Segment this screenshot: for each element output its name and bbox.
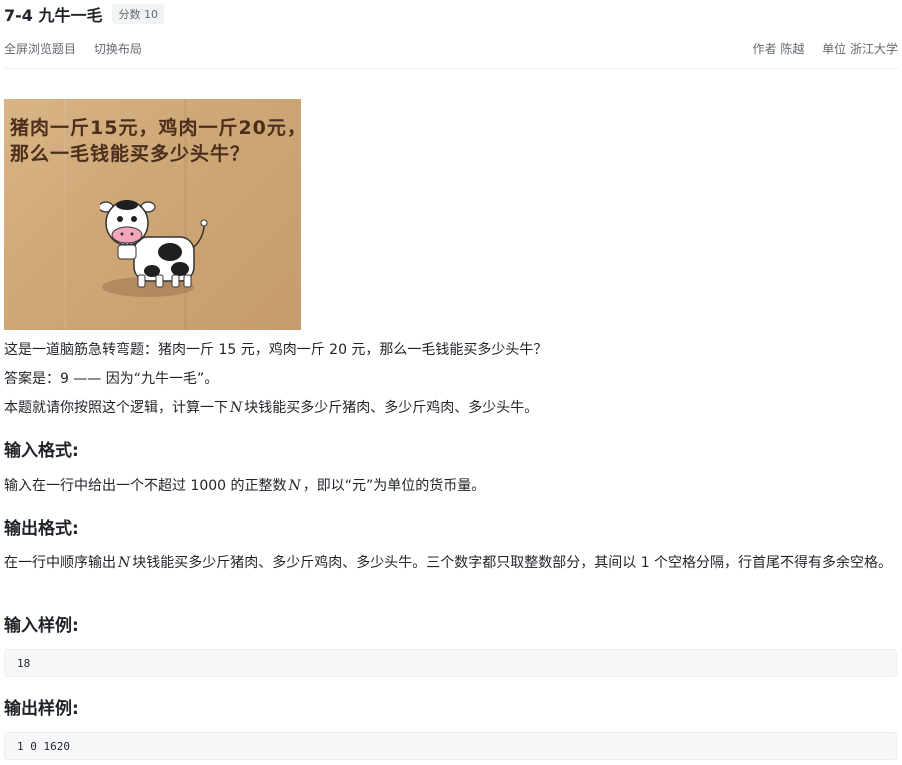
- text-segment: 本题就请你按照这个逻辑，计算一下: [4, 400, 228, 416]
- sample-output-heading: 输出样例:: [4, 699, 79, 719]
- fullscreen-button[interactable]: 全屏浏览题目: [4, 42, 76, 56]
- toolbar-right: 作者 陈越 单位 浙江大学: [753, 40, 898, 56]
- variable-n: N: [118, 555, 131, 571]
- sample-input-heading: 输入样例:: [4, 616, 79, 636]
- author-label: 作者 陈越: [752, 42, 805, 56]
- sample-input-code[interactable]: 18: [4, 649, 897, 677]
- description-paragraph-3: 本题就请你按照这个逻辑，计算一下 N 块钱能买多少斤猪肉、多少斤鸡肉、多少头牛。: [4, 398, 538, 418]
- cow-icon: [100, 200, 208, 297]
- problem-illustration: 猪肉一斤15元，鸡肉一斤20元， 那么一毛钱能买多少头牛？: [4, 99, 301, 330]
- problem-title: 7-4 九牛一毛: [4, 6, 103, 25]
- text-segment: 块钱能买多少斤猪肉、多少斤鸡肉、多少头牛。: [244, 400, 539, 416]
- illustration-text-line-2: 那么一毛钱能买多少头牛？: [10, 143, 251, 165]
- output-format-text: 在一行中顺序输出 N 块钱能买多少斤猪肉、多少斤鸡肉、多少头牛。三个数字都只取整数部…: [4, 551, 896, 575]
- input-format-text: 输入在一行中给出一个不超过 1000 的正整数 N ，即以“元”为单位的货币量。: [4, 476, 485, 496]
- score-badge: 分数 10: [112, 4, 164, 24]
- illustration-text-line-1: 猪肉一斤15元，鸡肉一斤20元，: [10, 117, 301, 139]
- text-segment: 在一行中顺序输出: [4, 555, 116, 571]
- switch-layout-button[interactable]: 切换布局: [94, 42, 142, 56]
- header-divider: [4, 68, 898, 69]
- text-segment: ，即以“元”为单位的货币量。: [302, 478, 486, 494]
- toolbar-left: 全屏浏览题目 切换布局: [4, 40, 156, 56]
- variable-n: N: [288, 478, 301, 494]
- variable-n: N: [230, 400, 243, 416]
- text-segment: 块钱能买多少斤猪肉、多少斤鸡肉、多少头牛。三个数字都只取整数部分，其间以 1 个…: [132, 555, 893, 571]
- description-paragraph-2: 答案是：9 —— 因为“九牛一毛”。: [4, 371, 219, 387]
- text-segment: 输入在一行中给出一个不超过 1000 的正整数: [4, 478, 287, 494]
- input-format-heading: 输入格式:: [4, 441, 79, 461]
- toolbar: 全屏浏览题目 切换布局 作者 陈越 单位 浙江大学: [4, 40, 898, 56]
- output-format-heading: 输出格式:: [4, 519, 79, 539]
- unit-label: 单位 浙江大学: [822, 42, 898, 56]
- description-paragraph-1: 这是一道脑筋急转弯题：猪肉一斤 15 元，鸡肉一斤 20 元，那么一毛钱能买多少…: [4, 342, 548, 358]
- problem-header: 7-4 九牛一毛 分数 10: [4, 4, 164, 25]
- sample-output-code[interactable]: 1 0 1620: [4, 732, 897, 760]
